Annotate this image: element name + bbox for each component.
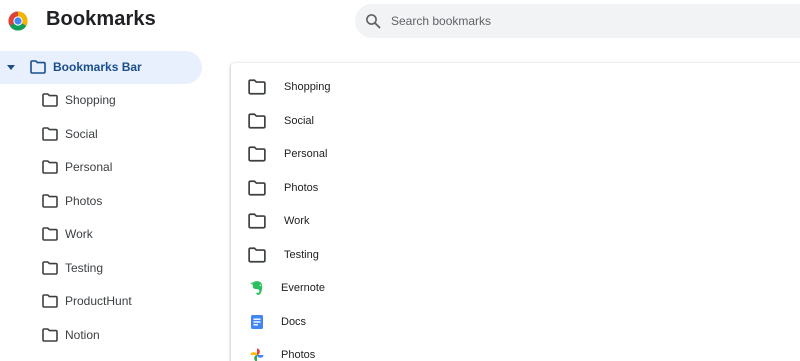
list-item-label: Evernote (281, 282, 326, 294)
folder-icon (30, 60, 46, 74)
tree-item-label: Notion (65, 327, 100, 342)
folder-tree: Bookmarks Bar Shopping Social Personal P… (0, 51, 210, 352)
list-item-label: Social (284, 114, 314, 127)
folder-icon (248, 246, 266, 263)
google-photos-icon (250, 348, 264, 361)
tree-item-label: Work (65, 227, 93, 241)
folder-icon (42, 327, 58, 342)
top-bar: Bookmarks (0, 0, 800, 42)
tree-item-label: Shopping (65, 93, 116, 107)
folder-icon (42, 93, 58, 107)
list-item-label: Docs (281, 315, 307, 328)
tree-item-social[interactable]: Social (0, 118, 202, 152)
list-item-folder-social[interactable]: Social (231, 105, 800, 139)
folder-icon (42, 193, 58, 208)
list-item-label: Photos (284, 181, 319, 194)
list-item-bookmark-evernote[interactable]: Evernote (231, 272, 800, 306)
list-item-folder-work[interactable]: Work (231, 205, 800, 239)
tree-item-shopping[interactable]: Shopping (0, 84, 202, 118)
folder-icon (248, 179, 266, 196)
folder-icon (248, 146, 266, 162)
tree-item-label: Bookmarks Bar (53, 60, 142, 74)
tree-item-photos[interactable]: Photos (0, 185, 202, 219)
tree-item-label: Personal (65, 160, 113, 174)
search-icon (366, 14, 381, 29)
tree-item-testing[interactable]: Testing (0, 252, 202, 286)
tree-item-producthunt[interactable]: ProductHunt (0, 285, 202, 319)
folder-icon (248, 79, 266, 95)
expand-arrow-icon[interactable] (7, 65, 15, 71)
list-item-label: Work (284, 215, 310, 227)
list-item-bookmark-docs[interactable]: Docs (231, 306, 800, 340)
folder-icon (248, 213, 266, 229)
tree-item-label: Social (65, 126, 98, 141)
folder-icon (248, 112, 266, 129)
list-item-folder-personal[interactable]: Personal (231, 138, 800, 172)
tree-item-bookmarks-bar[interactable]: Bookmarks Bar (0, 51, 202, 84)
tree-item-notion[interactable]: Notion (0, 319, 202, 353)
folder-icon (42, 126, 58, 141)
folder-icon (42, 260, 58, 275)
bookmark-list: Shopping Social Personal Photos Work Tes… (231, 63, 800, 361)
folder-icon (42, 160, 58, 174)
list-item-label: Photos (281, 349, 316, 361)
list-item-label: Shopping (284, 81, 331, 93)
chrome-logo-icon (8, 11, 28, 31)
folder-icon (42, 294, 58, 308)
tree-item-label: Photos (65, 193, 103, 208)
tree-item-personal[interactable]: Personal (0, 151, 202, 185)
google-docs-icon (251, 314, 263, 329)
bookmarks-manager: Bookmarks Bookmarks Bar Shopping (0, 0, 800, 361)
list-item-folder-photos[interactable]: Photos (231, 172, 800, 206)
search-input[interactable] (391, 9, 791, 33)
evernote-icon (250, 281, 263, 295)
page-title: Bookmarks (46, 8, 156, 30)
search-box[interactable] (355, 4, 800, 38)
tree-item-label: ProductHunt (65, 294, 132, 308)
list-item-label: Personal (284, 148, 328, 160)
folder-icon (42, 227, 58, 241)
tree-item-work[interactable]: Work (0, 218, 202, 252)
list-item-label: Testing (284, 248, 319, 261)
tree-item-label: Testing (65, 260, 104, 275)
list-item-bookmark-photos[interactable]: Photos (231, 339, 800, 361)
list-item-folder-shopping[interactable]: Shopping (231, 71, 800, 105)
list-item-folder-testing[interactable]: Testing (231, 239, 800, 273)
